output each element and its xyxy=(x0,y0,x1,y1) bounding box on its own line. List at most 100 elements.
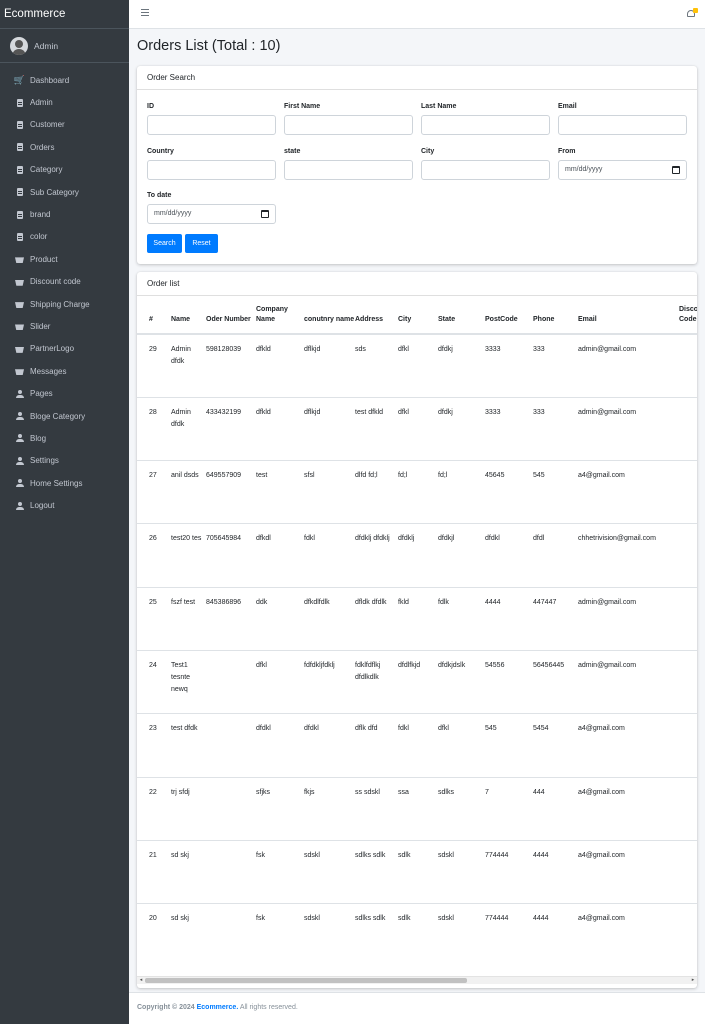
table-row: 28 Admin dfdk 433432199 dfkld dflkjd test dfk… xyxy=(137,396,697,461)
sidebar-item-sub-category[interactable]: Sub Category xyxy=(0,181,129,203)
table-cell: dfdklj dfdklj xyxy=(355,523,398,588)
table-cell: fd;l xyxy=(398,460,438,524)
last-name-input[interactable] xyxy=(421,115,550,135)
first-name-input[interactable] xyxy=(284,115,413,135)
sidebar-item-slider[interactable]: Slider xyxy=(0,315,129,337)
sidebar-item-admin[interactable]: Admin xyxy=(0,91,129,113)
table-row: 20 sd skj fsk sdskl sdlks sdlk sdlk sdskl 77444… xyxy=(137,903,697,967)
table-cell: 29 xyxy=(137,333,171,398)
notification-bell-icon[interactable] xyxy=(687,8,698,18)
table-cell: 444 xyxy=(533,776,578,841)
sidebar-item-brand[interactable]: brand xyxy=(0,203,129,225)
calendar-icon[interactable] xyxy=(672,166,680,174)
user-icon xyxy=(15,501,24,510)
sidebar-item-messages[interactable]: Messages xyxy=(0,360,129,382)
table-cell: dfdkl xyxy=(485,523,533,588)
sidebar-item-shipping-charge[interactable]: Shipping Charge xyxy=(0,293,129,315)
last-name-field-group: Last Name xyxy=(421,103,550,135)
table-cell: sd skj xyxy=(171,839,206,904)
menu-toggle-icon[interactable] xyxy=(141,9,149,17)
to-date-input[interactable]: mm/dd/yyyy xyxy=(147,204,276,224)
sidebar-item-home-settings[interactable]: Home Settings xyxy=(0,472,129,494)
footer-brand-link[interactable]: Ecommerce. xyxy=(197,1004,239,1011)
table-cell: fdfdkljfdklj xyxy=(304,649,355,714)
country-field-group: Country xyxy=(147,148,276,180)
sidebar-item-settings[interactable]: Settings xyxy=(0,450,129,472)
sidebar-item-label: Messages xyxy=(30,366,67,376)
first-name-field-group: First Name xyxy=(284,103,413,135)
search-button[interactable]: Search xyxy=(147,234,182,253)
avatar xyxy=(10,36,28,55)
table-cell xyxy=(679,839,697,904)
table-cell: fszf test xyxy=(171,586,206,651)
table-cell: dfldk dfdlk xyxy=(355,586,398,651)
table-cell: 545 xyxy=(533,460,578,524)
scroll-left-arrow-icon[interactable]: ◂ xyxy=(138,977,144,984)
table-cell xyxy=(679,903,697,967)
table-cell xyxy=(679,649,697,714)
table-cell: 774444 xyxy=(485,903,533,967)
sidebar-item-label: Blog xyxy=(30,433,47,443)
table-cell: 56456445 xyxy=(533,649,578,714)
notification-badge xyxy=(693,8,698,13)
from-date-input[interactable]: mm/dd/yyyy xyxy=(558,160,687,180)
table-cell: 25 xyxy=(137,586,171,651)
table-cell: dflkjd xyxy=(304,333,355,398)
sidebar-item-color[interactable]: color xyxy=(0,226,129,248)
sidebar-item-label: Pages xyxy=(30,389,53,399)
reset-button[interactable]: Reset xyxy=(185,234,218,253)
table-cell: Admin dfdk xyxy=(171,333,206,398)
to-date-label: To date xyxy=(147,192,172,199)
email-input[interactable] xyxy=(558,115,687,135)
table-cell: 333 xyxy=(533,396,578,461)
country-label: Country xyxy=(147,148,174,155)
id-input[interactable] xyxy=(147,115,276,135)
table-cell: 45645 xyxy=(485,460,533,524)
sidebar-item-label: Slider xyxy=(30,321,51,331)
table-row: 24 Test1 tesnte newq dfkl fdfdkljfdklj fdklf… xyxy=(137,649,697,714)
calendar-icon[interactable] xyxy=(261,210,269,218)
table-cell: dfdkjdslk xyxy=(438,649,485,714)
footer: Copyright © 2024 Ecommerce. All rights r… xyxy=(129,992,705,1024)
table-cell: 21 xyxy=(137,839,171,904)
sidebar-item-logout[interactable]: Logout xyxy=(0,494,129,516)
to-date-placeholder: mm/dd/yyyy xyxy=(154,210,192,217)
table-cell: fkjs xyxy=(304,776,355,841)
sidebar-item-label: color xyxy=(30,232,48,242)
user-panel[interactable]: Admin xyxy=(0,29,129,63)
scrollbar-thumb[interactable] xyxy=(145,978,467,983)
city-field-group: City xyxy=(421,148,550,180)
table-row: 25 fszf test 845386896 ddk dfkdlfdlk dfldk df… xyxy=(137,586,697,651)
table-cell xyxy=(206,649,256,714)
sidebar-item-product[interactable]: Product xyxy=(0,248,129,270)
top-navbar xyxy=(129,0,705,29)
sidebar-item-dashboard[interactable]: 🛒 Dashboard xyxy=(0,69,129,91)
table-cell: dflkjd xyxy=(304,396,355,461)
table-cell: 27 xyxy=(137,460,171,524)
sidebar-item-category[interactable]: Category xyxy=(0,159,129,181)
horizontal-scrollbar[interactable]: ◂ ▸ xyxy=(137,976,697,984)
table-cell xyxy=(679,523,697,588)
table-cell: a4@gmail.com xyxy=(578,839,679,904)
sidebar-item-discount-code[interactable]: Discount code xyxy=(0,271,129,293)
sidebar-item-label: Home Settings xyxy=(30,478,83,488)
sidebar-item-bloge-category[interactable]: Bloge Category xyxy=(0,405,129,427)
last-name-label: Last Name xyxy=(421,103,457,110)
column-header: conutnry name xyxy=(304,297,355,335)
user-name[interactable]: Admin xyxy=(34,41,58,51)
scroll-right-arrow-icon[interactable]: ▸ xyxy=(690,977,696,984)
table-cell: sfsl xyxy=(304,460,355,524)
sidebar-item-customer[interactable]: Customer xyxy=(0,114,129,136)
sidebar-item-orders[interactable]: Orders xyxy=(0,136,129,158)
sidebar-item-blog[interactable]: Blog xyxy=(0,427,129,449)
state-input[interactable] xyxy=(284,160,413,180)
sidebar-item-partnerlogo[interactable]: PartnerLogo xyxy=(0,338,129,360)
country-input[interactable] xyxy=(147,160,276,180)
city-input[interactable] xyxy=(421,160,550,180)
table-cell: admin@gmail.com xyxy=(578,649,679,714)
table-cell: a4@gmail.com xyxy=(578,713,679,778)
email-field-group: Email xyxy=(558,103,687,135)
sidebar-item-pages[interactable]: Pages xyxy=(0,382,129,404)
table-cell: 845386896 xyxy=(206,586,256,651)
brand-link[interactable]: Ecommerce xyxy=(0,0,129,29)
